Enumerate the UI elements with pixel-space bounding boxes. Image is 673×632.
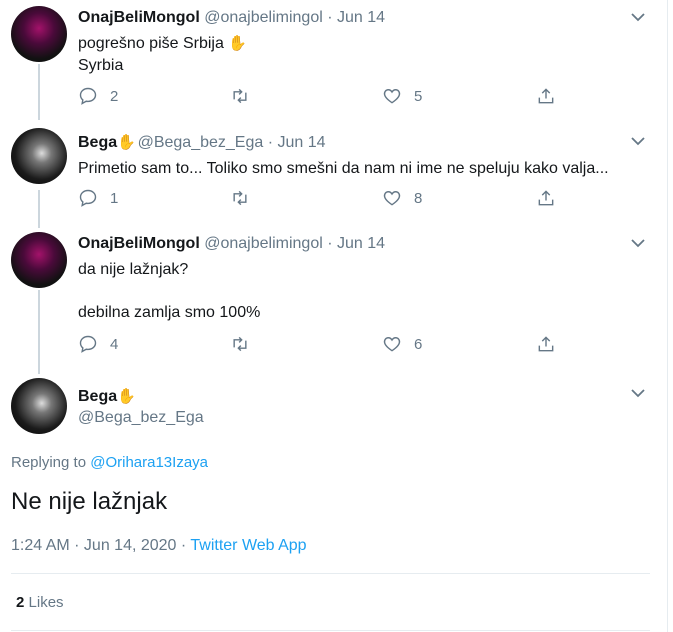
display-name[interactable]: OnajBeliMongol: [78, 235, 200, 252]
divider: [11, 630, 650, 631]
retweet-button[interactable]: [230, 334, 262, 354]
share-icon: [538, 336, 554, 352]
tweet-text: da nije lažnjak?: [78, 259, 188, 281]
reply-count: 2: [110, 87, 119, 105]
reply-count: 4: [110, 335, 119, 353]
tweet-meta: 1:24 AM · Jun 14, 2020 · Twitter Web App: [11, 537, 307, 555]
chevron-down-icon[interactable]: [631, 388, 645, 398]
retweet-icon: [233, 88, 247, 104]
like-count: 6: [414, 335, 423, 353]
display-name[interactable]: OnajBeliMongol: [78, 9, 200, 26]
tweet-header: Bega✋ @Bega_bez_Ega · Jun 14: [78, 133, 326, 152]
main-tweet-text: Ne nije lažnjak: [11, 488, 168, 515]
retweet-icon: [233, 190, 247, 206]
share-button[interactable]: [536, 86, 556, 106]
middle-finger-emoji-icon: ✋: [228, 35, 248, 52]
reply-count: 1: [110, 189, 119, 207]
separator-dot: ·: [267, 134, 274, 151]
user-handle[interactable]: @onajbelimingol: [204, 235, 323, 252]
tweet-timestamp[interactable]: 1:24 AM · Jun 14, 2020 ·: [11, 537, 186, 554]
user-handle[interactable]: @Bega_bez_Ega: [78, 409, 204, 426]
tweet-line: da nije lažnjak?: [78, 261, 189, 278]
like-count: 5: [414, 87, 423, 105]
reply-button[interactable]: 4: [78, 334, 118, 354]
tweet-actions: 4 6: [78, 334, 558, 356]
separator-dot: ·: [327, 235, 333, 252]
middle-finger-emoji-icon: ✋: [117, 388, 136, 405]
tweet[interactable]: OnajBeliMongol @onajbelimingol · Jun 14 …: [0, 232, 667, 362]
replying-to: Replying to @Orihara13Izaya: [11, 454, 208, 471]
user-handle[interactable]: @onajbelimingol: [204, 9, 323, 26]
retweet-button[interactable]: [230, 86, 262, 106]
tweet-header: OnajBeliMongol @onajbelimingol · Jun 14: [78, 9, 385, 27]
tweet-line: pogrešno piše Srbija: [78, 35, 224, 52]
retweet-button[interactable]: [230, 188, 262, 208]
like-button[interactable]: 5: [382, 86, 422, 106]
tweet-text: Primetio sam to... Toliko smo smešni da …: [78, 158, 609, 180]
tweet-line: debilna zamlja smo 100%: [78, 304, 261, 321]
tweet[interactable]: Bega✋ @Bega_bez_Ega · Jun 14 Primetio sa…: [0, 128, 667, 224]
avatar[interactable]: [11, 378, 67, 434]
tweet-actions: 1 8: [78, 188, 558, 210]
replying-prefix: Replying to: [11, 454, 87, 471]
replying-to-link[interactable]: @Orihara13Izaya: [90, 454, 208, 471]
avatar[interactable]: [11, 232, 67, 288]
tweet-line: Syrbia: [78, 57, 124, 74]
display-name[interactable]: Bega: [78, 388, 117, 405]
share-button[interactable]: [536, 334, 556, 354]
chevron-down-icon[interactable]: [631, 238, 645, 248]
user-handle-row: @Bega_bez_Ega: [78, 409, 204, 427]
reply-icon: [79, 189, 97, 207]
tweet-date[interactable]: Jun 14: [337, 235, 385, 252]
main-tweet: Bega✋ @Bega_bez_Ega: [0, 378, 667, 438]
tweet-date[interactable]: Jun 14: [277, 134, 325, 151]
middle-finger-emoji-icon: ✋: [117, 134, 136, 151]
share-icon: [538, 190, 554, 206]
tweet-source-link[interactable]: Twitter Web App: [190, 537, 306, 554]
like-count: 8: [414, 189, 423, 207]
avatar[interactable]: [11, 128, 67, 184]
conversation-frame: OnajBeliMongol @onajbelimingol · Jun 14 …: [0, 0, 668, 632]
likes-count: 2: [16, 594, 25, 611]
tweet-header: OnajBeliMongol @onajbelimingol · Jun 14: [78, 235, 385, 253]
like-button[interactable]: 8: [382, 188, 422, 208]
heart-icon: [383, 89, 401, 104]
likes-summary[interactable]: 2 Likes: [16, 594, 64, 611]
heart-icon: [383, 191, 401, 206]
reply-icon: [79, 335, 97, 353]
share-button[interactable]: [536, 188, 556, 208]
tweet-date[interactable]: Jun 14: [337, 9, 385, 26]
reply-button[interactable]: 1: [78, 188, 118, 208]
reply-button[interactable]: 2: [78, 86, 118, 106]
tweet-line: Primetio sam to... Toliko smo smešni da …: [78, 160, 609, 177]
tweet-text: pogrešno piše Srbija ✋ Syrbia: [78, 33, 248, 77]
display-name[interactable]: Bega: [78, 134, 117, 151]
chevron-down-icon[interactable]: [631, 12, 645, 22]
divider: [11, 573, 650, 574]
tweet[interactable]: OnajBeliMongol @onajbelimingol · Jun 14 …: [0, 6, 667, 114]
separator-dot: ·: [327, 9, 333, 26]
like-button[interactable]: 6: [382, 334, 422, 354]
reply-icon: [79, 87, 97, 105]
retweet-icon: [233, 336, 247, 352]
chevron-down-icon[interactable]: [631, 136, 645, 146]
heart-icon: [383, 337, 401, 352]
tweet-actions: 2 5: [78, 86, 558, 108]
avatar[interactable]: [11, 6, 67, 62]
tweet-text: debilna zamlja smo 100%: [78, 302, 260, 324]
tweet-header: Bega✋: [78, 387, 136, 406]
user-handle[interactable]: @Bega_bez_Ega: [138, 134, 264, 151]
likes-label: Likes: [28, 594, 64, 611]
share-icon: [538, 88, 554, 104]
